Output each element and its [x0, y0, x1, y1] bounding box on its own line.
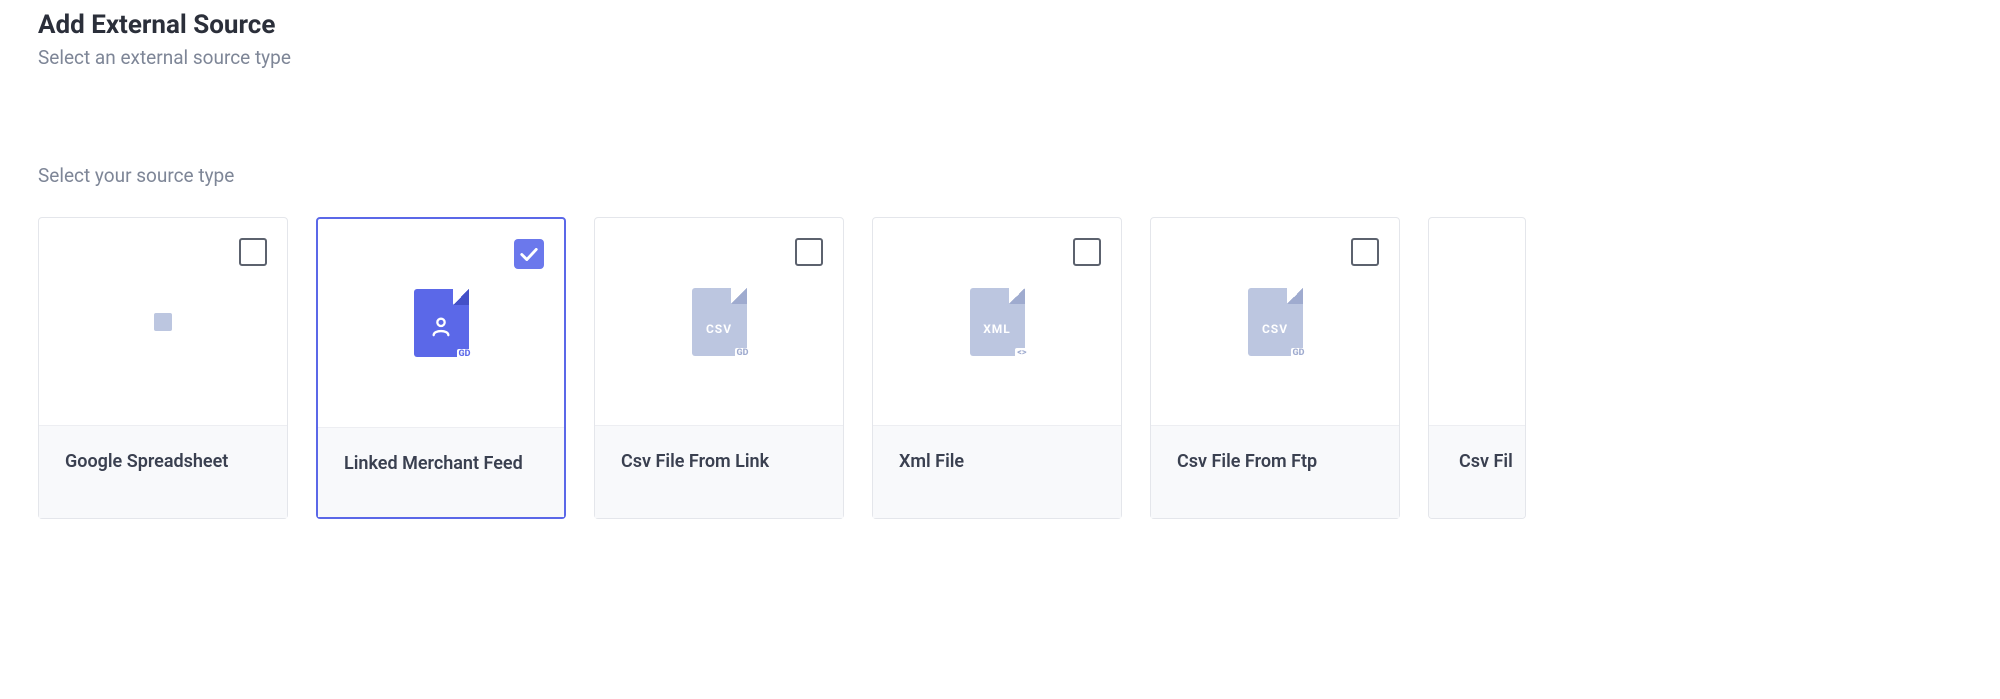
- card-label: Google Spreadsheet: [65, 448, 228, 476]
- card-label: Csv File From Ftp: [1177, 448, 1317, 476]
- card-label: Csv Fil: [1459, 448, 1513, 476]
- card-csv-file-from-link[interactable]: CSV GD Csv File From Link: [594, 217, 844, 519]
- checkbox-icon[interactable]: [1351, 238, 1379, 266]
- checkbox-icon[interactable]: [239, 238, 267, 266]
- card-label: Linked Merchant Feed: [344, 450, 523, 478]
- card-footer: Csv File From Ftp: [1151, 425, 1399, 518]
- card-body: CSV GD: [1151, 218, 1399, 425]
- person-file-icon: GD: [406, 288, 476, 358]
- section-label: Select your source type: [38, 164, 1962, 187]
- card-label: Csv File From Link: [621, 448, 769, 476]
- csv-file-icon: CSV GD: [1240, 287, 1310, 357]
- page-subtitle: Select an external source type: [38, 46, 1962, 69]
- checkbox-icon[interactable]: [1073, 238, 1101, 266]
- card-csv-file-partial[interactable]: Csv Fil: [1428, 217, 1526, 519]
- page-title: Add External Source: [38, 10, 1962, 40]
- csv-file-icon: CSV GD: [684, 287, 754, 357]
- xml-file-icon: XML <>: [962, 287, 1032, 357]
- source-type-cards: Google Spreadsheet GD: [38, 217, 1962, 519]
- card-google-spreadsheet[interactable]: Google Spreadsheet: [38, 217, 288, 519]
- card-csv-file-from-ftp[interactable]: CSV GD Csv File From Ftp: [1150, 217, 1400, 519]
- card-xml-file[interactable]: XML <> Xml File: [872, 217, 1122, 519]
- card-footer: Google Spreadsheet: [39, 425, 287, 518]
- card-linked-merchant-feed[interactable]: GD Linked Merchant Feed: [316, 217, 566, 519]
- card-footer: Csv Fil: [1429, 425, 1525, 518]
- checkbox-checked-icon[interactable]: [514, 239, 544, 269]
- checkmark-icon: [520, 248, 538, 261]
- card-body: [1429, 218, 1525, 425]
- card-body: GD: [318, 219, 564, 427]
- spreadsheet-icon: [128, 287, 198, 357]
- card-footer: Xml File: [873, 425, 1121, 518]
- card-footer: Linked Merchant Feed: [318, 427, 564, 517]
- card-footer: Csv File From Link: [595, 425, 843, 518]
- card-body: XML <>: [873, 218, 1121, 425]
- card-body: CSV GD: [595, 218, 843, 425]
- card-label: Xml File: [899, 448, 964, 476]
- card-body: [39, 218, 287, 425]
- checkbox-icon[interactable]: [795, 238, 823, 266]
